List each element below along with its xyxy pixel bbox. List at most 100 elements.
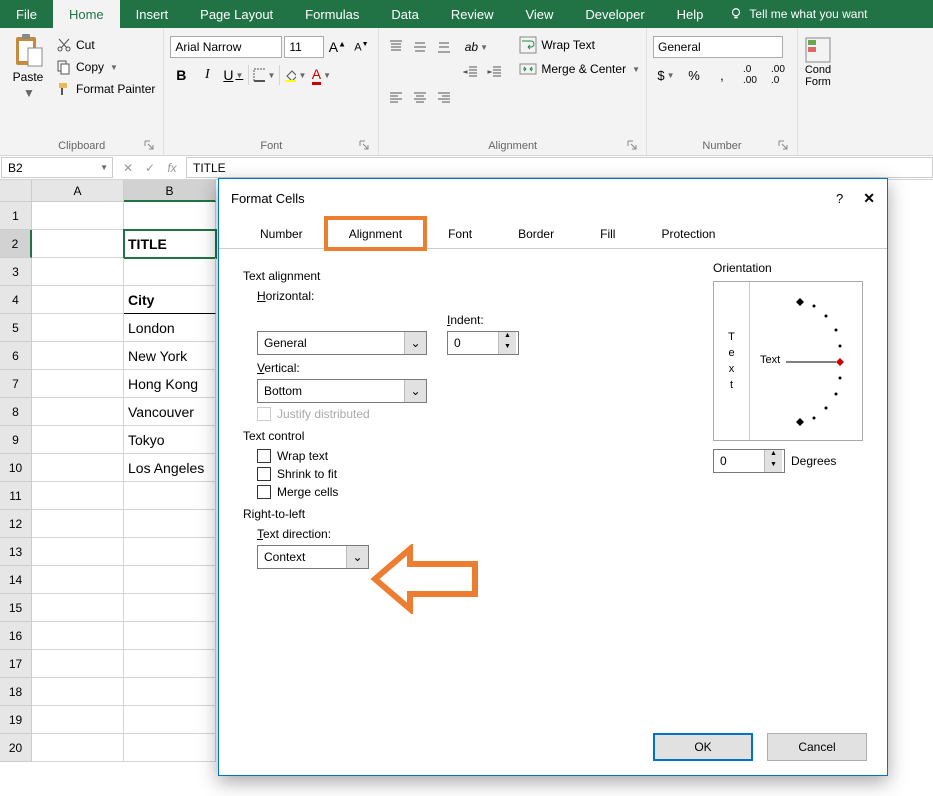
tab-review[interactable]: Review (435, 0, 510, 28)
cell[interactable] (124, 510, 216, 538)
row-header[interactable]: 20 (0, 734, 32, 762)
cell[interactable] (124, 650, 216, 678)
cell[interactable] (124, 678, 216, 706)
tab-developer[interactable]: Developer (569, 0, 660, 28)
orientation-dial[interactable]: Text (750, 282, 862, 440)
row-header[interactable]: 1 (0, 202, 32, 230)
increase-decimal-button[interactable]: .0.00 (737, 64, 763, 86)
cell[interactable]: Los Angeles (124, 454, 216, 482)
indent-spinner[interactable]: ▲▼ (447, 331, 519, 355)
cancel-entry-button[interactable]: ✕ (118, 161, 138, 175)
dlg-tab-protection[interactable]: Protection (638, 218, 738, 249)
cell[interactable] (32, 566, 124, 594)
percent-button[interactable]: % (681, 64, 707, 86)
cell[interactable] (124, 706, 216, 734)
cell[interactable] (124, 566, 216, 594)
cell[interactable] (32, 734, 124, 762)
spinner-down[interactable]: ▼ (498, 343, 516, 354)
row-header[interactable]: 14 (0, 566, 32, 594)
cell[interactable] (32, 342, 124, 370)
number-format-combo[interactable] (653, 36, 783, 58)
cell[interactable]: TITLE (124, 230, 216, 258)
cell[interactable] (32, 650, 124, 678)
tab-data[interactable]: Data (375, 0, 434, 28)
checkbox-box[interactable] (257, 467, 271, 481)
tab-page-layout[interactable]: Page Layout (184, 0, 289, 28)
cell[interactable] (124, 482, 216, 510)
cell[interactable] (32, 258, 124, 286)
row-header[interactable]: 4 (0, 286, 32, 314)
cell[interactable] (32, 594, 124, 622)
cell[interactable] (32, 678, 124, 706)
cell[interactable] (124, 538, 216, 566)
cell[interactable] (32, 286, 124, 314)
dlg-tab-font[interactable]: Font (425, 218, 495, 249)
bold-button[interactable]: B (170, 64, 192, 86)
cell[interactable] (124, 202, 216, 230)
cut-button[interactable]: Cut (54, 36, 157, 54)
tab-home[interactable]: Home (53, 0, 120, 28)
ok-button[interactable]: OK (653, 733, 753, 761)
alignment-dialog-launcher[interactable] (626, 139, 638, 151)
cell[interactable] (124, 594, 216, 622)
cell[interactable] (32, 510, 124, 538)
formula-bar[interactable]: TITLE (186, 157, 933, 178)
currency-button[interactable]: $▼ (653, 64, 679, 86)
decrease-font-button[interactable]: A▼ (350, 36, 372, 58)
row-header[interactable]: 8 (0, 398, 32, 426)
dlg-tab-fill[interactable]: Fill (577, 218, 638, 249)
cell[interactable]: Vancouver (124, 398, 216, 426)
cell[interactable] (32, 426, 124, 454)
fx-button[interactable]: fx (162, 161, 182, 175)
degrees-value[interactable] (714, 450, 764, 472)
help-button[interactable]: ? (836, 191, 843, 206)
cell[interactable] (124, 622, 216, 650)
underline-button[interactable]: U▼ (222, 64, 244, 86)
cell[interactable] (124, 734, 216, 762)
wrap-text-button[interactable]: Wrap Text (519, 36, 640, 54)
cell[interactable] (32, 622, 124, 650)
cell[interactable] (32, 370, 124, 398)
orientation-box[interactable]: Text Text (713, 281, 863, 441)
cell[interactable]: City (124, 286, 216, 314)
row-header[interactable]: 12 (0, 510, 32, 538)
spinner-up[interactable]: ▲ (764, 450, 782, 461)
confirm-entry-button[interactable]: ✓ (140, 161, 160, 175)
tab-help[interactable]: Help (661, 0, 720, 28)
font-name-combo[interactable] (170, 36, 282, 58)
increase-font-button[interactable]: A▲ (326, 36, 348, 58)
spinner-down[interactable]: ▼ (764, 461, 782, 472)
cell[interactable] (32, 314, 124, 342)
row-header[interactable]: 15 (0, 594, 32, 622)
dlg-tab-number[interactable]: Number (237, 218, 326, 249)
row-header[interactable]: 6 (0, 342, 32, 370)
vertical-text-button[interactable]: Text (714, 282, 750, 440)
close-button[interactable]: ✕ (863, 190, 875, 207)
merge-cells-checkbox[interactable]: Merge cells (257, 485, 863, 499)
horizontal-combo[interactable]: General⌄ (257, 331, 427, 355)
checkbox-box[interactable] (257, 485, 271, 499)
comma-button[interactable]: , (709, 64, 735, 86)
italic-button[interactable]: I (196, 64, 218, 86)
dlg-tab-alignment[interactable]: Alignment (326, 218, 425, 249)
spinner-up[interactable]: ▲ (498, 332, 516, 343)
border-button[interactable]: ▼ (253, 64, 275, 86)
row-header[interactable]: 11 (0, 482, 32, 510)
indent-value[interactable] (448, 332, 498, 354)
row-header[interactable]: 5 (0, 314, 32, 342)
vertical-combo[interactable]: Bottom⌄ (257, 379, 427, 403)
cell[interactable]: Hong Kong (124, 370, 216, 398)
row-header[interactable]: 3 (0, 258, 32, 286)
cell[interactable] (32, 398, 124, 426)
cell[interactable] (124, 258, 216, 286)
cancel-button[interactable]: Cancel (767, 733, 867, 761)
text-direction-combo[interactable]: Context⌄ (257, 545, 369, 569)
align-right-button[interactable] (433, 87, 455, 109)
cell[interactable] (32, 202, 124, 230)
font-size-combo[interactable] (284, 36, 324, 58)
align-top-button[interactable] (385, 36, 407, 58)
row-header[interactable]: 10 (0, 454, 32, 482)
align-left-button[interactable] (385, 87, 407, 109)
cell[interactable] (32, 454, 124, 482)
checkbox-box[interactable] (257, 449, 271, 463)
